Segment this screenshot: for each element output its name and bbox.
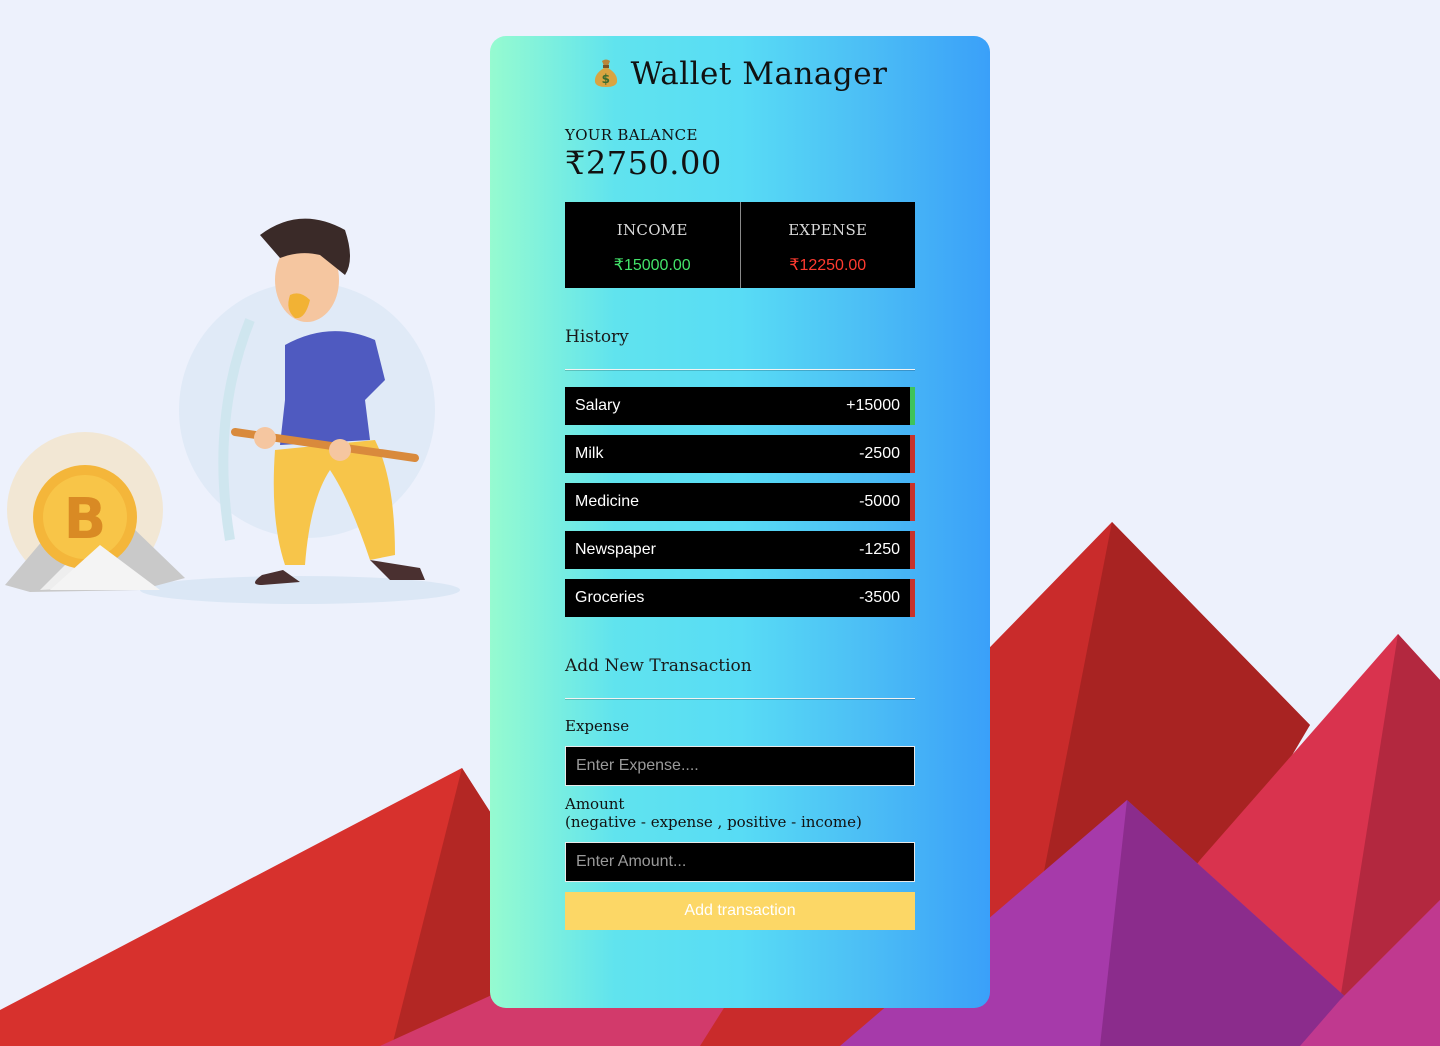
wallet-card: $ Wallet Manager YOUR BALANCE ₹2750.00 I…: [490, 36, 990, 1008]
history-item[interactable]: Milk -2500: [565, 435, 915, 473]
history-item-amount: -2500: [859, 445, 900, 462]
history-item-amount: +15000: [846, 397, 900, 414]
history-item-name: Medicine: [575, 493, 640, 510]
history-item[interactable]: Salary +15000: [565, 387, 915, 425]
expense-indicator: [910, 483, 915, 521]
history-item-name: Newspaper: [575, 541, 656, 558]
history-item-name: Groceries: [575, 589, 645, 606]
history-item-amount: -3500: [859, 589, 900, 606]
svg-text:B: B: [64, 487, 107, 552]
expense-label: EXPENSE: [788, 221, 868, 239]
amount-input[interactable]: [565, 842, 915, 882]
history-item[interactable]: Newspaper -1250: [565, 531, 915, 569]
history-divider: [565, 369, 915, 370]
expense-value: ₹12250.00: [789, 257, 867, 274]
app-title: Wallet Manager: [630, 56, 888, 92]
amount-field-label: Amount: [565, 795, 625, 813]
amount-hint: (negative - expense , positive - income): [565, 813, 862, 831]
app-header: $ Wallet Manager: [490, 56, 990, 96]
add-transaction-button[interactable]: Add transaction: [565, 892, 915, 930]
expense-indicator: [910, 531, 915, 569]
add-transaction-title: Add New Transaction: [565, 656, 752, 676]
history-item[interactable]: Groceries -3500: [565, 579, 915, 617]
history-list: Salary +15000 Milk -2500 Medicine -5000 …: [565, 387, 915, 627]
history-item-amount: -1250: [859, 541, 900, 558]
history-item-amount: -5000: [859, 493, 900, 510]
svg-text:$: $: [601, 72, 610, 86]
history-item[interactable]: Medicine -5000: [565, 483, 915, 521]
history-title: History: [565, 327, 629, 347]
balance-label: YOUR BALANCE: [565, 126, 698, 144]
income-expense-summary: INCOME ₹15000.00 EXPENSE ₹12250.00: [565, 202, 915, 288]
history-item-name: Milk: [575, 445, 604, 462]
income-summary: INCOME ₹15000.00: [565, 202, 740, 288]
expense-indicator: [910, 435, 915, 473]
expense-indicator: [910, 579, 915, 617]
income-label: INCOME: [616, 221, 688, 239]
balance-value: ₹2750.00: [565, 144, 722, 182]
money-bag-icon: $: [593, 58, 619, 96]
income-indicator: [910, 387, 915, 425]
history-item-name: Salary: [575, 397, 621, 414]
expense-summary: EXPENSE ₹12250.00: [739, 202, 916, 288]
form-divider: [565, 698, 915, 699]
expense-input[interactable]: [565, 746, 915, 786]
expense-field-label: Expense: [565, 717, 630, 735]
income-value: ₹15000.00: [613, 257, 691, 274]
